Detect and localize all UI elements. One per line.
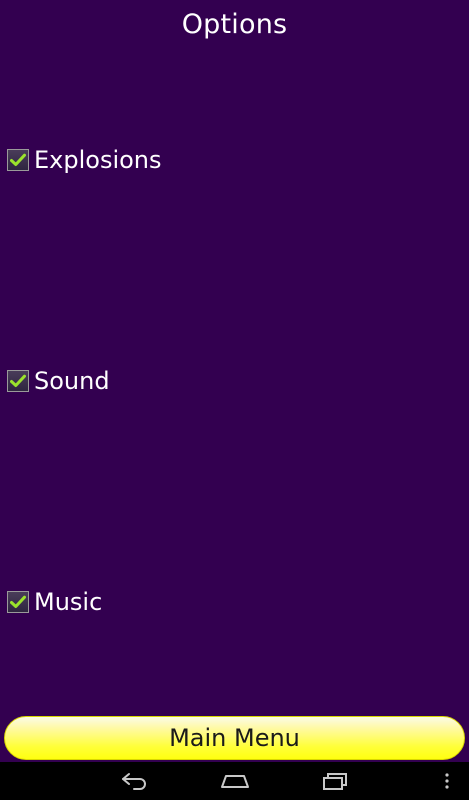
main-menu-button[interactable]: Main Menu [4, 716, 465, 760]
sound-checkbox[interactable] [7, 370, 29, 392]
checkmark-icon [10, 595, 26, 608]
explosions-checkbox[interactable] [7, 149, 29, 171]
option-label: Sound [34, 367, 110, 395]
navigation-bar [0, 762, 469, 800]
menu-icon[interactable] [440, 771, 454, 791]
option-label: Music [34, 588, 103, 616]
checkmark-icon [10, 153, 26, 166]
options-screen: Options Explosions Sound Music Main Menu [0, 0, 469, 800]
option-sound[interactable]: Sound [7, 366, 110, 396]
home-icon[interactable] [218, 771, 252, 791]
option-explosions[interactable]: Explosions [7, 145, 162, 175]
recents-icon[interactable] [320, 771, 350, 791]
back-icon[interactable] [118, 771, 150, 791]
music-checkbox[interactable] [7, 591, 29, 613]
page-title: Options [181, 9, 288, 40]
checkmark-icon [10, 374, 26, 387]
option-music[interactable]: Music [7, 587, 102, 617]
main-menu-label: Main Menu [169, 724, 300, 752]
option-label: Explosions [34, 146, 162, 174]
